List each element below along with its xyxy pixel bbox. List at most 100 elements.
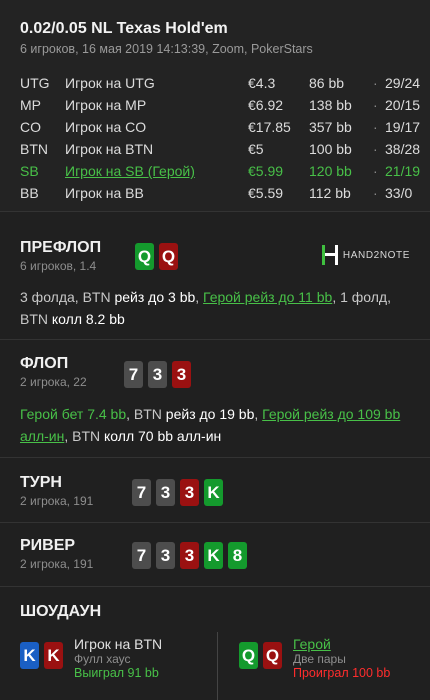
- player-stats: 19/17: [385, 119, 421, 135]
- divider: [0, 457, 430, 458]
- separator-dot: ·: [373, 185, 378, 201]
- card: K: [20, 642, 39, 669]
- card: 3: [156, 542, 175, 569]
- separator-dot: ·: [373, 119, 378, 135]
- river-board-cards: 7 3 3 K 8: [132, 542, 247, 569]
- h2n-logo-icon: [321, 245, 338, 265]
- player-position: SB: [20, 163, 39, 179]
- player-name[interactable]: Игрок на CO: [65, 119, 146, 135]
- showdown-result: Проиграл 100 bb: [293, 666, 391, 680]
- showdown-right-info: Герой Две пары Проиграл 100 bb: [293, 636, 390, 680]
- player-stack-bb: 100 bb: [309, 141, 352, 157]
- preflop-title: ПРЕФЛОП: [20, 239, 102, 256]
- player-row: MP Игрок на MP €6.92 138 bb · 20/15: [20, 97, 420, 119]
- player-position: MP: [20, 97, 41, 113]
- hand-history-panel: 0.02/0.05 NL Texas Hold'em 6 игроков, 16…: [0, 0, 430, 700]
- card: 3: [172, 361, 191, 388]
- player-stats: 20/15: [385, 97, 421, 113]
- card: 7: [124, 361, 143, 388]
- divider: [0, 522, 430, 523]
- player-position: BTN: [20, 141, 48, 157]
- card: K: [44, 642, 63, 669]
- hand-header: 0.02/0.05 NL Texas Hold'em 6 игроков, 16…: [0, 0, 430, 212]
- action-text: колл 8.2 bb: [51, 311, 125, 327]
- card: 3: [180, 542, 199, 569]
- card: K: [204, 542, 223, 569]
- logo-text: HAND2NOTE: [342, 249, 410, 261]
- player-name[interactable]: Игрок на MP: [65, 97, 146, 113]
- action-text: рейз до 3 bb: [114, 289, 196, 305]
- separator-dot: ·: [373, 163, 378, 179]
- showdown-player-name[interactable]: Игрок на BTN: [74, 636, 162, 652]
- player-position: BB: [20, 185, 39, 201]
- player-stats: 21/19: [385, 163, 421, 179]
- turn-title: ТУРН: [20, 474, 62, 491]
- player-stats: 38/28: [385, 141, 421, 157]
- players-table: UTG Игрок на UTG €4.3 86 bb · 29/24 MP И…: [20, 75, 420, 207]
- card: Q: [159, 243, 178, 270]
- action-text: 3 фолда, BTN: [20, 289, 115, 305]
- player-position: UTG: [20, 75, 50, 91]
- showdown-combo: Фулл хаус: [74, 652, 131, 666]
- action-text: , BTN: [126, 406, 166, 422]
- separator-dot: ·: [373, 75, 378, 91]
- action-text: , BTN: [64, 428, 105, 444]
- preflop-hero-cards: Q Q: [135, 243, 178, 270]
- game-subtitle: 6 игроков, 16 мая 2019 14:13:39, Zoom, P…: [20, 42, 313, 56]
- showdown-left-cards: K K: [20, 642, 63, 669]
- player-stack-bb: 138 bb: [309, 97, 352, 113]
- player-row-hero: SB Игрок на SB (Герой) €5.99 120 bb · 21…: [20, 163, 420, 185]
- player-stack: €5.99: [248, 163, 284, 179]
- player-stack: €17.85: [248, 119, 291, 135]
- player-stack: €5.59: [248, 185, 284, 201]
- action-text: ,: [254, 406, 263, 422]
- flop-actions: Герой бет 7.4 bb, BTN рейз до 19 bb, Гер…: [20, 403, 412, 447]
- player-row: BB Игрок на BB €5.59 112 bb · 33/0: [20, 185, 420, 207]
- player-stack-bb: 120 bb: [309, 163, 352, 179]
- card: 3: [156, 479, 175, 506]
- river-title: РИВЕР: [20, 537, 76, 554]
- player-row: BTN Игрок на BTN €5 100 bb · 38/28: [20, 141, 420, 163]
- player-stack: €4.3: [248, 75, 276, 91]
- flop-subtitle: 2 игрока, 22: [20, 375, 87, 389]
- player-row: UTG Игрок на UTG €4.3 86 bb · 29/24: [20, 75, 420, 97]
- card: 3: [180, 479, 199, 506]
- hero-action: Герой бет 7.4 bb: [20, 406, 127, 422]
- action-text: ,: [195, 289, 204, 305]
- player-name[interactable]: Игрок на BTN: [65, 141, 153, 157]
- player-stack-bb: 86 bb: [309, 75, 345, 91]
- card: 3: [148, 361, 167, 388]
- player-stats: 33/0: [385, 185, 413, 201]
- player-stats: 29/24: [385, 75, 421, 91]
- separator-dot: ·: [373, 97, 378, 113]
- player-stack-bb: 357 bb: [309, 119, 352, 135]
- player-stack: €5: [248, 141, 264, 157]
- game-title: 0.02/0.05 NL Texas Hold'em: [20, 20, 228, 37]
- card: Q: [135, 243, 154, 270]
- turn-subtitle: 2 игрока, 191: [20, 494, 94, 508]
- showdown-right-cards: Q Q: [239, 642, 282, 669]
- action-text: колл 70 bb алл-ин: [104, 428, 222, 444]
- showdown-divider: [217, 632, 218, 700]
- player-position: CO: [20, 119, 41, 135]
- hand2note-logo[interactable]: HAND2NOTE: [321, 243, 410, 267]
- card: Q: [263, 642, 282, 669]
- separator-dot: ·: [373, 141, 378, 157]
- showdown-left-info: Игрок на BTN Фулл хаус Выиграл 91 bb: [74, 636, 162, 680]
- player-name[interactable]: Игрок на BB: [65, 185, 144, 201]
- flop-board-cards: 7 3 3: [124, 361, 191, 388]
- preflop-actions: 3 фолда, BTN рейз до 3 bb, Герой рейз до…: [20, 286, 412, 330]
- card: Q: [239, 642, 258, 669]
- showdown-combo: Две пары: [293, 652, 346, 666]
- showdown-title: ШОУДАУН: [20, 603, 102, 620]
- showdown-hero-name[interactable]: Герой: [293, 636, 390, 652]
- hero-action: Герой рейз до 11 bb: [203, 289, 333, 305]
- card: 7: [132, 479, 151, 506]
- player-name-hero[interactable]: Игрок на SB (Герой): [65, 163, 195, 179]
- player-name[interactable]: Игрок на UTG: [65, 75, 155, 91]
- flop-title: ФЛОП: [20, 355, 69, 372]
- action-text: рейз до 19 bb: [165, 406, 255, 422]
- player-stack-bb: 112 bb: [309, 185, 351, 201]
- showdown-result: Выиграл 91 bb: [74, 666, 159, 680]
- player-row: CO Игрок на CO €17.85 357 bb · 19/17: [20, 119, 420, 141]
